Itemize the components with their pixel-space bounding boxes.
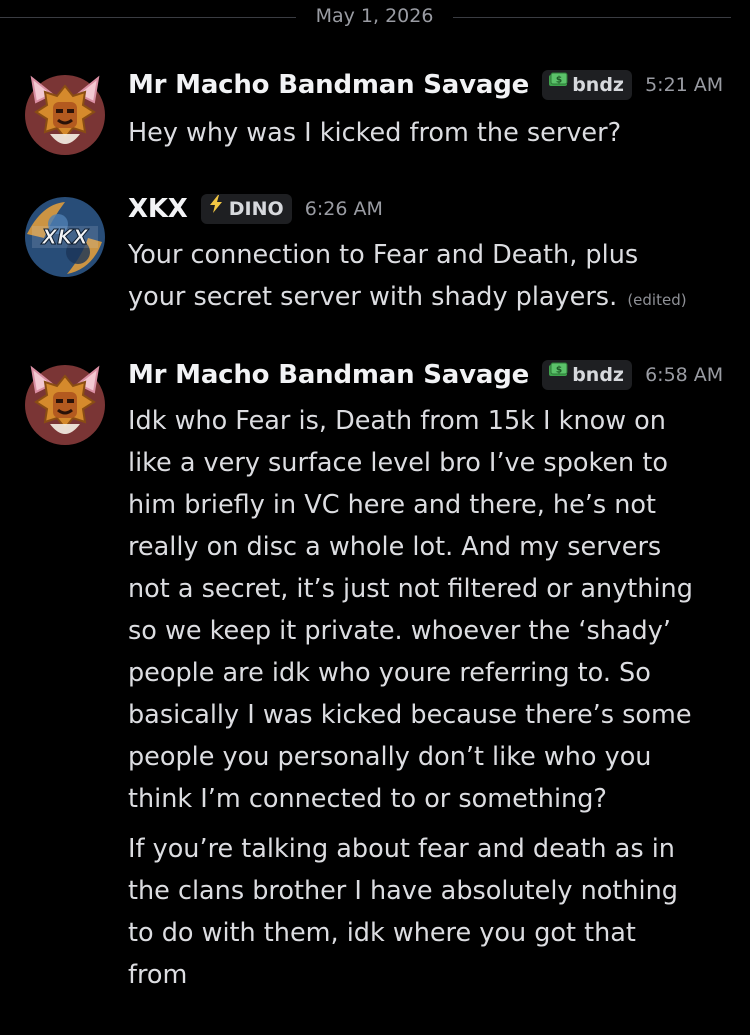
tag-label: DINO: [228, 198, 284, 220]
timestamp: 5:21 AM: [645, 74, 724, 96]
message-header: Mr Macho Bandman Savage $ bndz 5:21 AM: [128, 70, 723, 110]
edited-label: (edited): [627, 291, 687, 309]
date-divider: May 1, 2026: [0, 0, 750, 34]
message-text-body: Your connection to Fear and Death, plus …: [128, 240, 639, 312]
username[interactable]: Mr Macho Bandman Savage: [128, 70, 529, 100]
message-header: Mr Macho Bandman Savage $ bndz 6:58 AM: [128, 360, 723, 400]
svg-text:$: $: [556, 76, 562, 86]
date-label: May 1, 2026: [315, 5, 434, 27]
svg-text:$: $: [556, 366, 562, 376]
avatar-label: XKX: [40, 225, 90, 249]
message-content: Your connection to Fear and Death, plus …: [128, 234, 728, 321]
message-header: XKX DINO 6:26 AM: [128, 194, 383, 234]
message-text: If you’re talking about fear and death a…: [128, 834, 678, 990]
message-text: Idk who Fear is, Death from 15k I know o…: [128, 406, 693, 814]
avatar[interactable]: [22, 72, 108, 158]
message-text: Hey why was I kicked from the server?: [128, 118, 622, 148]
tag-label: bndz: [572, 364, 624, 386]
timestamp: 6:58 AM: [645, 364, 724, 386]
avatar[interactable]: [22, 362, 108, 448]
server-tag[interactable]: DINO: [200, 193, 292, 224]
money-icon: $: [548, 359, 568, 389]
username[interactable]: Mr Macho Bandman Savage: [128, 360, 529, 390]
message-text: Your connection to Fear and Death, plus …: [128, 234, 728, 321]
money-icon: $: [548, 69, 568, 99]
tag-label: bndz: [572, 74, 624, 96]
server-tag[interactable]: $ bndz: [542, 70, 632, 100]
message-content: Idk who Fear is, Death from 15k I know o…: [128, 400, 728, 996]
username[interactable]: XKX: [128, 194, 188, 224]
divider-line-left: [0, 17, 296, 18]
avatar[interactable]: XKX: [22, 194, 108, 280]
divider-line-right: [453, 17, 731, 18]
lightning-icon: [207, 193, 225, 223]
server-tag[interactable]: $ bndz: [542, 360, 632, 390]
message-content: Hey why was I kicked from the server?: [128, 112, 728, 154]
timestamp: 6:26 AM: [304, 198, 383, 220]
